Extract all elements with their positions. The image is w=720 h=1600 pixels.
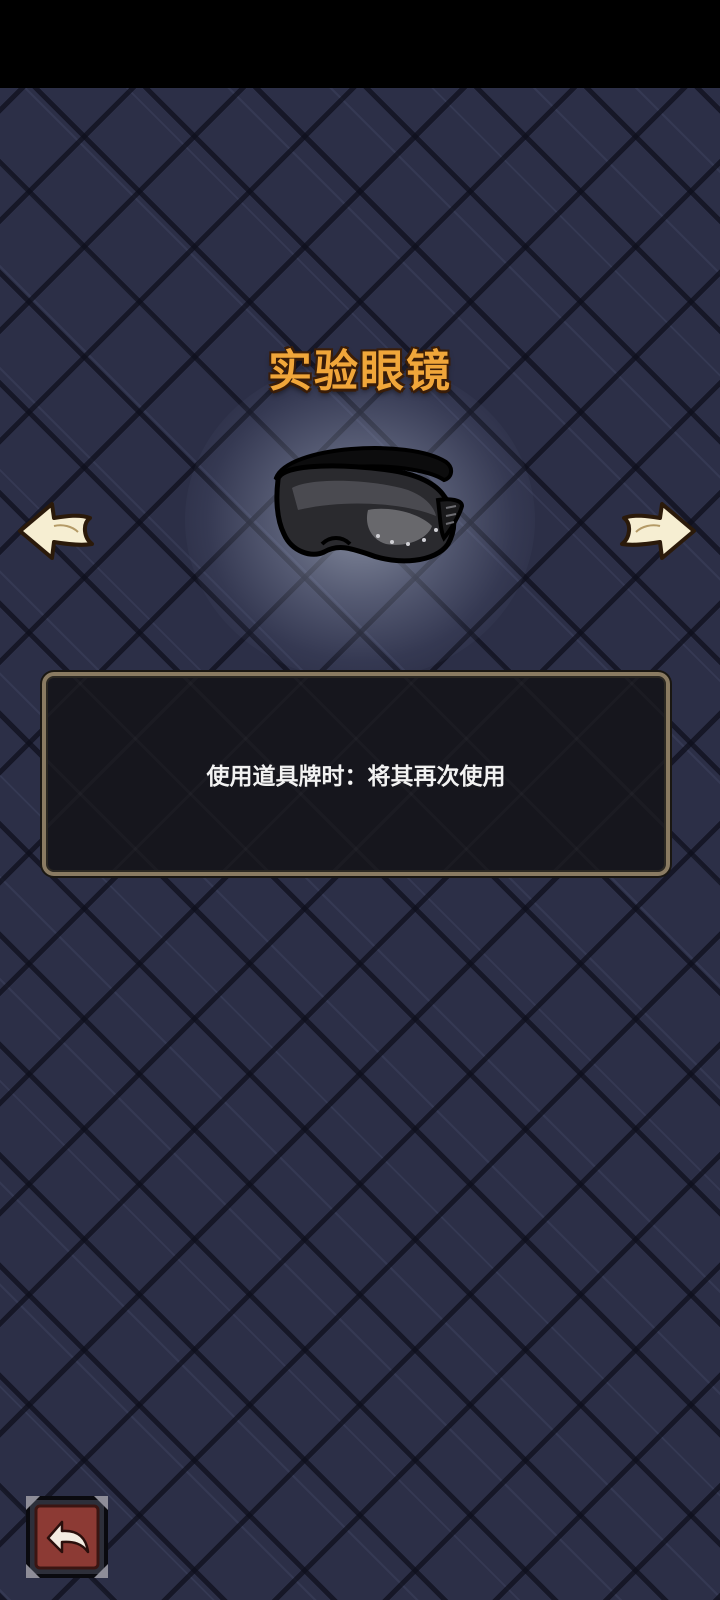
- item-description-text: 使用道具牌时：将其再次使用: [206, 764, 506, 790]
- item-description-panel: 使用道具牌时：将其再次使用: [42, 672, 670, 876]
- left-arrow-icon[interactable]: [14, 498, 96, 564]
- item-title: 实验眼镜: [268, 346, 452, 397]
- status-bar: [0, 0, 720, 88]
- right-arrow-icon[interactable]: [618, 498, 700, 564]
- back-button[interactable]: [24, 1494, 110, 1580]
- item-detail-screen: 实验眼镜 使用道具牌时：将其再次使用: [0, 0, 720, 1600]
- safety-goggles-icon: [273, 446, 464, 564]
